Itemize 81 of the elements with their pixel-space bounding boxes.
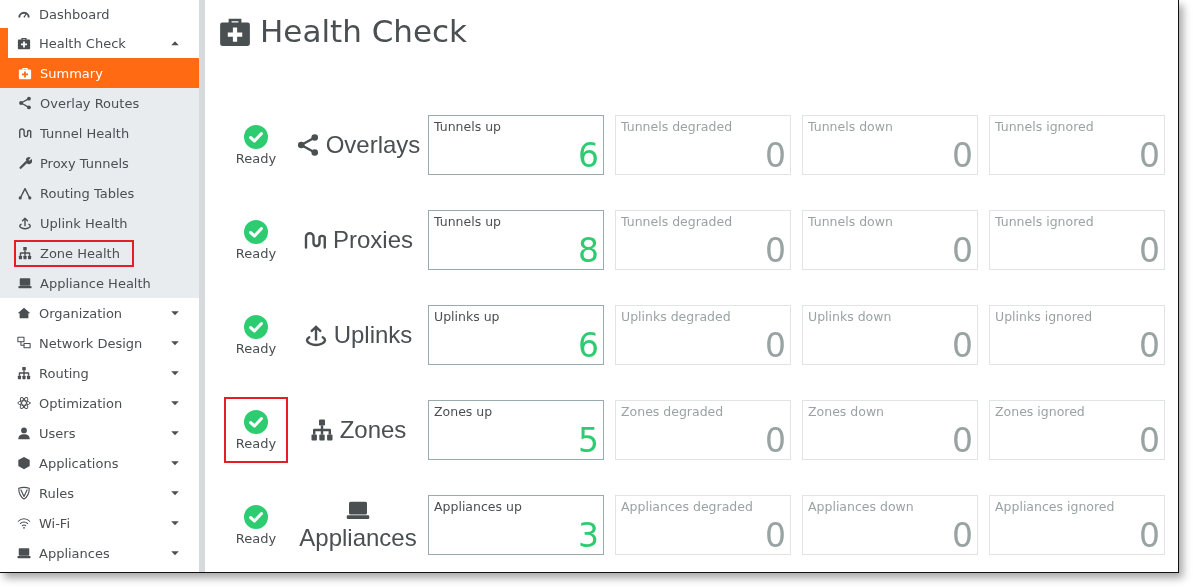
category-name: Uplinks	[333, 321, 413, 349]
sidebar-item[interactable]: Proxy Tunnels	[0, 148, 199, 178]
tile-value: 3	[578, 519, 599, 552]
sidebar-item[interactable]: Appliance Health	[0, 268, 199, 298]
tile-value: 0	[765, 139, 786, 172]
shield-icon	[17, 486, 31, 500]
tile-value: 6	[578, 139, 599, 172]
tile-label: Tunnels degraded	[621, 214, 733, 229]
page-title: Health Check	[260, 13, 467, 49]
status-label: Ready	[235, 150, 277, 166]
annotation-box: Zone Health	[14, 239, 134, 267]
medical-kit-icon	[17, 36, 31, 50]
tile-label: Zones down	[808, 404, 885, 419]
atom-icon	[17, 396, 31, 410]
tile-value: 0	[1139, 329, 1160, 362]
tile-label: Appliances up	[434, 499, 522, 514]
tile-label: Zones up	[434, 404, 493, 419]
cube-icon	[17, 456, 31, 470]
tile-value: 6	[578, 329, 599, 362]
category-name: Appliances	[299, 524, 417, 552]
tile-label: Tunnels up	[434, 119, 501, 134]
tile-label: Uplinks down	[808, 309, 892, 324]
tile-label: Tunnels ignored	[995, 119, 1094, 134]
tile-label: Uplinks ignored	[995, 309, 1093, 324]
wave-icon	[18, 126, 32, 140]
upload-icon	[18, 216, 32, 230]
tile-value: 0	[952, 234, 973, 267]
tile-label: Tunnels down	[808, 119, 893, 134]
status-label: Ready	[235, 435, 277, 451]
tile-value: 0	[1139, 519, 1160, 552]
user-icon	[17, 426, 31, 440]
tile-value: 8	[578, 234, 599, 267]
tile-value: 0	[765, 234, 786, 267]
tile-label: Tunnels up	[434, 214, 501, 229]
laptop-icon	[17, 546, 31, 560]
status-label: Ready	[235, 245, 277, 261]
tile-value: 0	[1139, 424, 1160, 457]
share-icon	[295, 133, 320, 157]
home-icon	[17, 306, 31, 320]
fork-icon	[18, 186, 32, 200]
sidebar-item[interactable]: Routing Tables	[0, 178, 199, 208]
tile-label: Uplinks up	[434, 309, 500, 324]
tile-label: Uplinks degraded	[621, 309, 731, 324]
tile-label: Appliances down	[808, 499, 914, 514]
tile-value: 0	[952, 424, 973, 457]
tile-value: 5	[578, 424, 599, 457]
sidebar-item[interactable]: Uplink Health	[0, 208, 199, 238]
tile-label: Tunnels ignored	[995, 214, 1094, 229]
category-name: Overlays	[325, 131, 421, 159]
wrench-icon	[18, 156, 32, 170]
sitemap-icon	[18, 246, 32, 260]
tile-label: Zones degraded	[621, 404, 724, 419]
tile-value: 0	[765, 519, 786, 552]
sitemap-icon	[17, 366, 31, 380]
status-label: Ready	[235, 340, 277, 356]
sidebar-item[interactable]: Overlay Routes	[0, 88, 199, 118]
tile-value: 0	[952, 329, 973, 362]
medical-kit-icon	[18, 66, 32, 80]
tile-label: Zones ignored	[995, 404, 1085, 419]
status-label: Ready	[235, 530, 277, 546]
category-name: Zones	[339, 416, 407, 444]
share-icon	[18, 96, 32, 110]
tile-label: Appliances degraded	[621, 499, 753, 514]
tile-value: 0	[952, 139, 973, 172]
category-name: Proxies	[333, 226, 413, 254]
tile-value: 0	[765, 424, 786, 457]
sidebar-item[interactable]: Dashboard	[0, 0, 199, 28]
tile-label: Tunnels degraded	[621, 119, 733, 134]
wifi-icon	[17, 516, 31, 530]
network-icon	[17, 336, 31, 350]
laptop-icon	[18, 276, 32, 290]
tile-value: 0	[1139, 234, 1160, 267]
tile-label: Tunnels down	[808, 214, 893, 229]
tile-value: 0	[765, 329, 786, 362]
tile-label: Appliances ignored	[995, 499, 1115, 514]
upload-icon	[303, 323, 328, 347]
sitemap-icon	[309, 418, 334, 442]
tile-value: 0	[952, 519, 973, 552]
sidebar-item[interactable]: Tunnel Health	[0, 118, 199, 148]
tile-value: 0	[1139, 139, 1160, 172]
sidebar-item[interactable]: Zone Health	[0, 238, 199, 268]
